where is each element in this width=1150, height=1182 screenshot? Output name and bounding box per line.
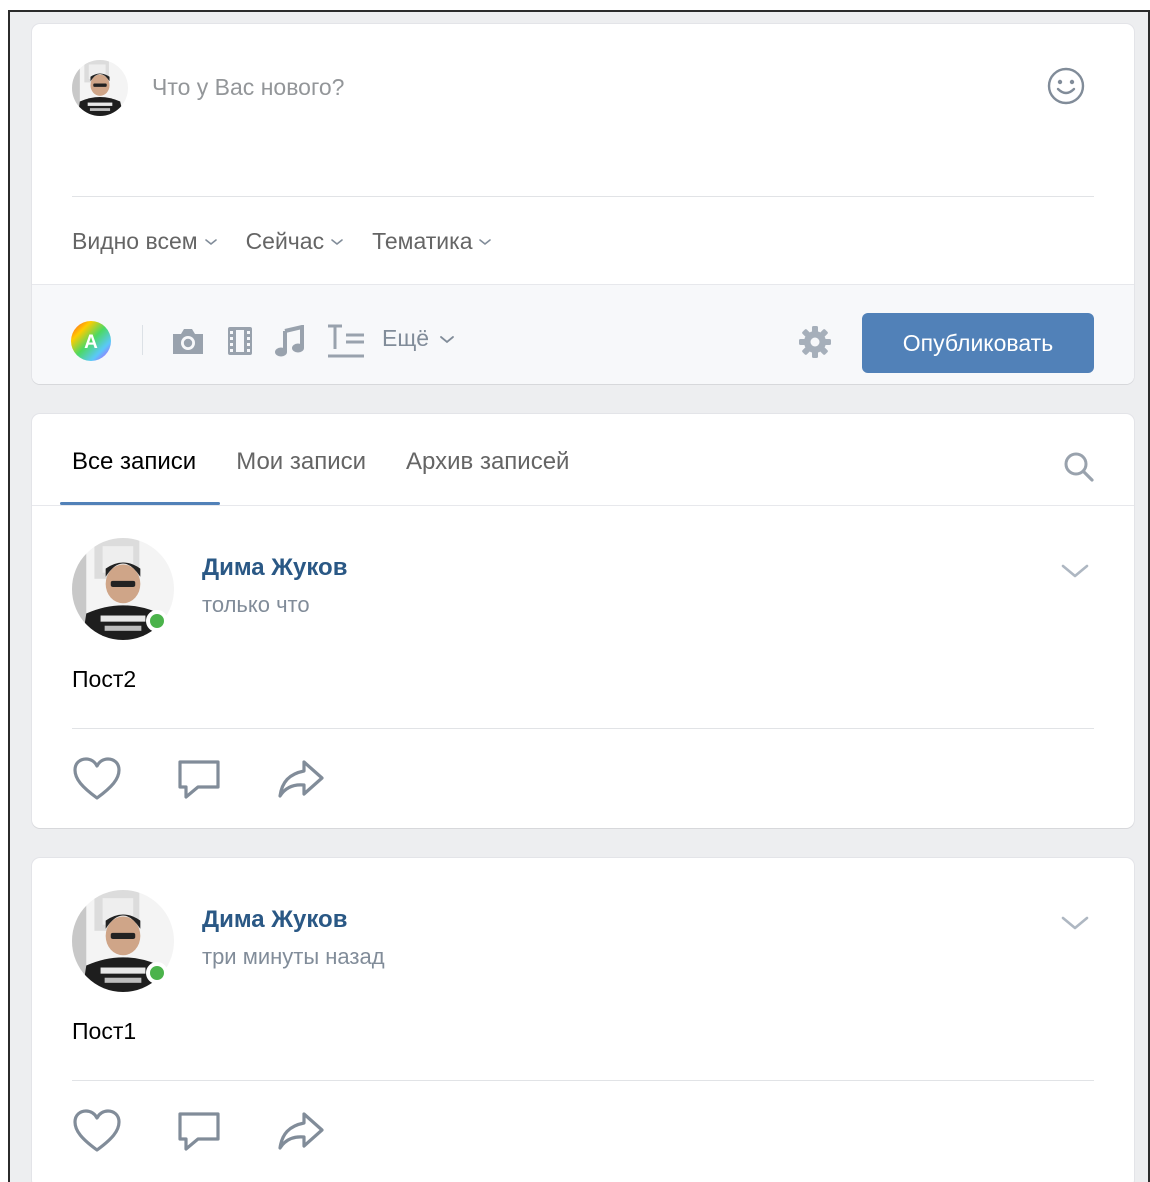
tab-archive[interactable]: Архив записей <box>406 448 569 476</box>
post-text: Пост1 <box>72 1018 137 1044</box>
wall-tabs: Все записи Мои записи Архив записей <box>72 448 569 476</box>
online-indicator <box>146 962 168 984</box>
chevron-down-icon <box>440 335 454 343</box>
chevron-down-icon <box>331 238 343 245</box>
comment-icon[interactable] <box>174 756 224 802</box>
publish-button[interactable]: Опубликовать <box>862 313 1094 373</box>
divider <box>32 505 1134 506</box>
post-time[interactable]: только что <box>202 592 310 618</box>
music-icon[interactable] <box>274 325 306 357</box>
svg-text:A: A <box>84 332 98 353</box>
post: Дима Жуков три минуты назад Пост1 <box>32 858 1134 1182</box>
chevron-down-icon <box>479 238 492 245</box>
wall-frame: Что у Вас нового? Видно всем Сейчас Тема… <box>8 10 1150 1182</box>
heart-icon[interactable] <box>72 756 122 802</box>
share-icon[interactable] <box>276 756 326 802</box>
chevron-down-icon[interactable] <box>1060 562 1090 580</box>
chevron-down-icon <box>204 238 217 245</box>
comment-icon[interactable] <box>174 1108 224 1154</box>
visibility-label: Видно всем <box>72 228 198 254</box>
more-label: Ещё <box>382 325 430 351</box>
online-indicator <box>146 610 168 632</box>
divider <box>142 325 143 355</box>
time-label: Сейчас <box>245 228 325 254</box>
post-time[interactable]: три минуты назад <box>202 944 385 970</box>
post-text: Пост2 <box>72 666 137 692</box>
color-palette-icon[interactable]: A <box>70 320 112 362</box>
post-input-placeholder[interactable]: Что у Вас нового? <box>152 74 344 101</box>
search-icon[interactable] <box>1062 450 1096 484</box>
share-icon[interactable] <box>276 1108 326 1154</box>
tab-all-posts[interactable]: Все записи <box>72 448 196 476</box>
divider <box>72 1080 1094 1081</box>
topic-label: Тематика <box>372 228 473 254</box>
user-avatar[interactable] <box>72 60 128 116</box>
post-author[interactable]: Дима Жуков <box>202 554 347 582</box>
time-dropdown[interactable]: Сейчас <box>246 228 345 255</box>
divider <box>72 196 1094 197</box>
post-author[interactable]: Дима Жуков <box>202 906 347 934</box>
tab-my-posts[interactable]: Мои записи <box>236 448 366 476</box>
topic-dropdown[interactable]: Тематика <box>372 228 492 255</box>
post-options: Видно всем Сейчас Тематика <box>72 228 492 255</box>
smile-icon[interactable] <box>1046 66 1086 106</box>
wall-feed-card: Все записи Мои записи Архив записей Дима… <box>32 414 1134 828</box>
visibility-dropdown[interactable]: Видно всем <box>72 228 218 255</box>
composer-toolbar: A Ещё Опубликовать <box>32 284 1134 384</box>
camera-icon[interactable] <box>170 325 206 357</box>
text-format-icon[interactable] <box>326 323 366 359</box>
post-composer: Что у Вас нового? Видно всем Сейчас Тема… <box>32 24 1134 384</box>
video-icon[interactable] <box>226 325 254 357</box>
gear-icon[interactable] <box>798 325 832 359</box>
heart-icon[interactable] <box>72 1108 122 1154</box>
divider <box>72 728 1094 729</box>
chevron-down-icon[interactable] <box>1060 914 1090 932</box>
more-dropdown[interactable]: Ещё <box>382 325 455 352</box>
